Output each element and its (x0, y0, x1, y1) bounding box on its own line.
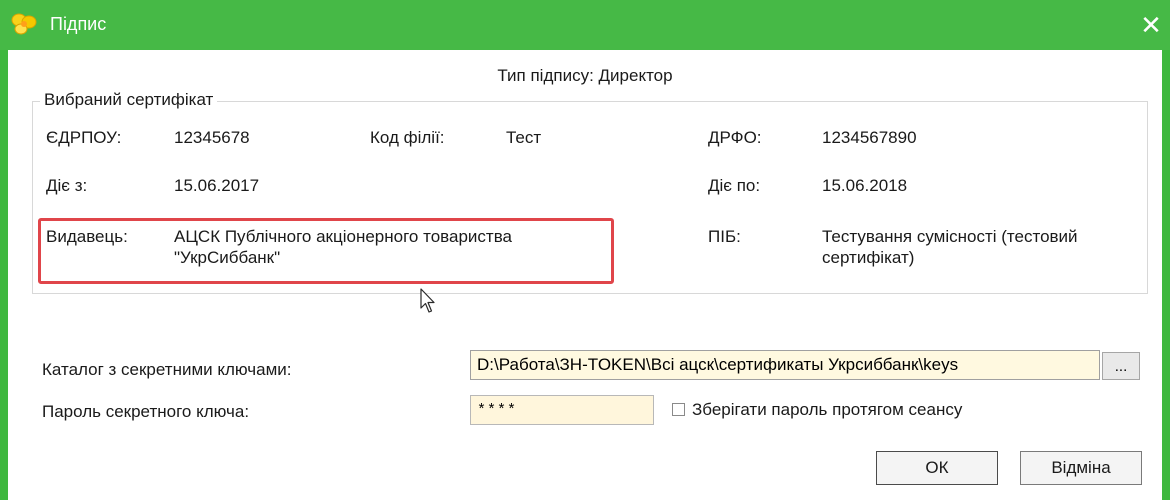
password-input[interactable] (470, 395, 654, 425)
remember-password-label[interactable]: Зберігати пароль протягом сеансу (692, 400, 962, 420)
close-icon: ✕ (1140, 10, 1162, 40)
certificate-legend: Вибраний сертифікат (40, 90, 218, 110)
drfo-label: ДРФО: (708, 128, 762, 147)
catalog-path-input[interactable] (470, 350, 1100, 380)
signature-type: Тип підпису: Директор (8, 66, 1162, 86)
branch-value: Тест (506, 128, 542, 147)
close-button[interactable]: ✕ (1136, 10, 1166, 40)
valid-to-label: Діє по: (708, 176, 761, 195)
valid-from-label: Діє з: (46, 176, 88, 195)
drfo-value: 1234567890 (822, 128, 917, 147)
remember-password-checkbox[interactable] (672, 403, 685, 416)
window-title: Підпис (50, 14, 107, 34)
cancel-button[interactable]: Відміна (1020, 451, 1142, 485)
issuer-highlight-box (38, 218, 614, 284)
catalog-label: Каталог з секретними ключами: (42, 360, 292, 379)
edrpou-label: ЄДРПОУ: (46, 128, 122, 147)
ok-button[interactable]: ОК (876, 451, 998, 485)
mouse-pointer-icon (420, 288, 435, 313)
branch-label: Код філії: (370, 128, 445, 147)
app-flower-icon (11, 13, 37, 35)
signature-dialog: Підпис ✕ Тип підпису: Директор Вибраний … (0, 0, 1170, 500)
signature-type-value: Директор (598, 66, 673, 85)
password-label: Пароль секретного ключа: (42, 402, 250, 421)
edrpou-value: 12345678 (174, 128, 250, 147)
title-bar[interactable]: Підпис ✕ (0, 0, 1170, 50)
name-line-2: сертифікат) (822, 248, 915, 267)
name-line-1: Тестування сумісності (тестовий (822, 227, 1078, 246)
valid-from-value: 15.06.2017 (174, 176, 260, 195)
name-label: ПІБ: (708, 227, 741, 246)
signature-type-label: Тип підпису: (497, 66, 594, 85)
browse-button[interactable]: ... (1102, 352, 1140, 380)
valid-to-value: 15.06.2018 (822, 176, 908, 195)
